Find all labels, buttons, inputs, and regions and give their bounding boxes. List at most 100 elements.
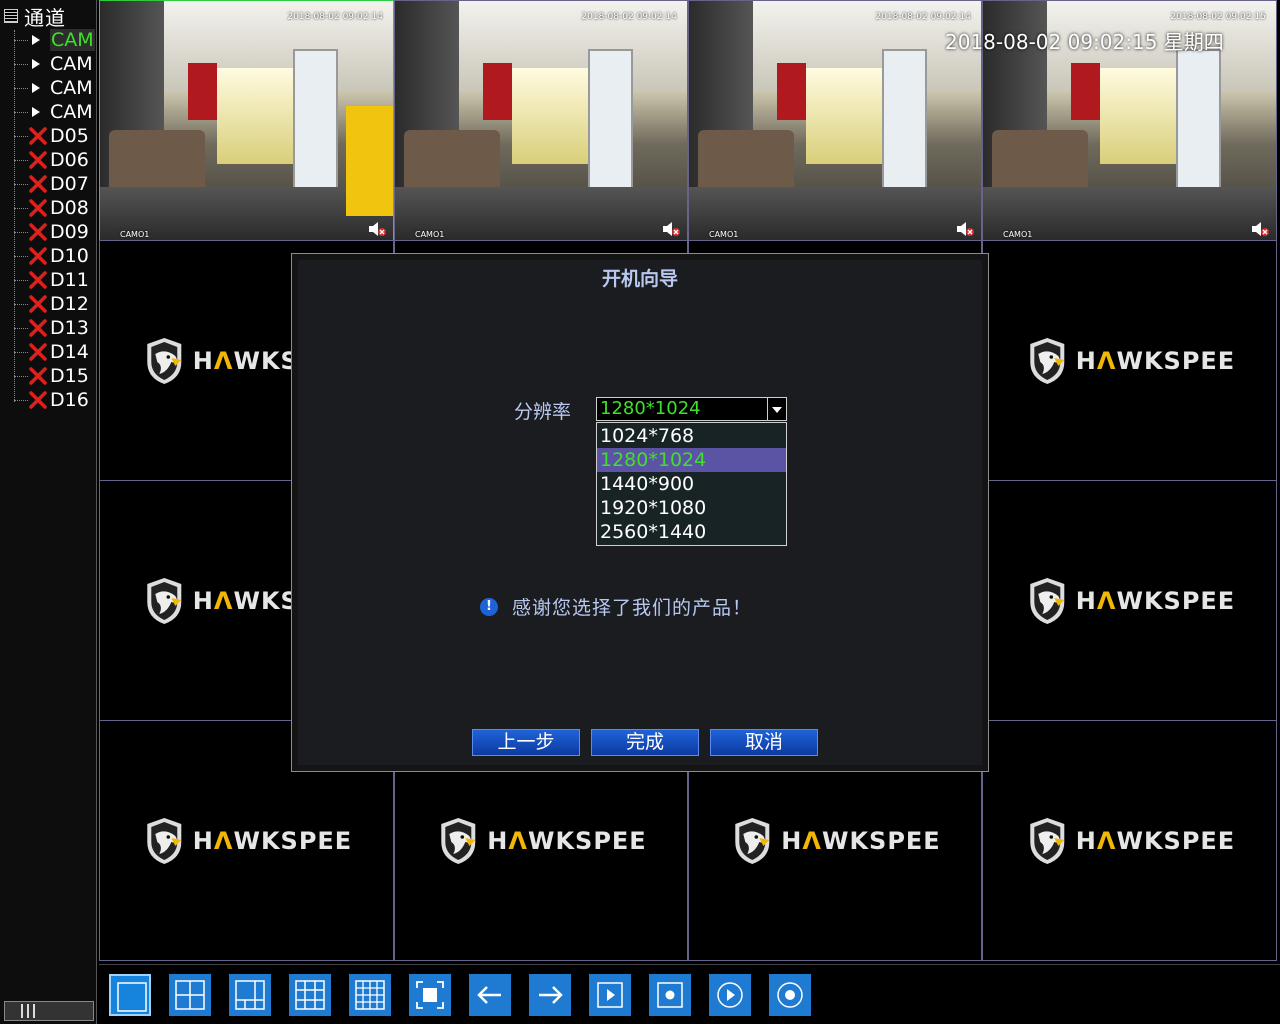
layout-4-button[interactable] (169, 974, 211, 1016)
tree-connector (14, 208, 28, 209)
sidebar-scrollbar[interactable] (4, 1001, 94, 1021)
channel-item[interactable]: D06 (0, 148, 97, 172)
offline-x-icon (29, 151, 47, 169)
layout-16-button[interactable] (349, 974, 391, 1016)
brand-logo: HΛWKSPEE (1024, 576, 1235, 626)
mute-speaker-icon[interactable] (1250, 221, 1270, 237)
channel-item[interactable]: CAM (0, 28, 97, 52)
layout-9-icon (295, 980, 325, 1010)
layout-6-button[interactable] (229, 974, 271, 1016)
layout-9-button[interactable] (289, 974, 331, 1016)
expand-arrow-icon[interactable] (32, 59, 40, 69)
hawk-logo-icon (441, 817, 476, 864)
channel-item[interactable]: CAM (0, 52, 97, 76)
resolution-option[interactable]: 2560*1440 (597, 520, 786, 544)
hawk-logo-icon (1029, 577, 1064, 624)
brand-logo: HΛWKSPEE (1024, 816, 1235, 866)
hawk-logo-icon (146, 817, 181, 864)
brand-wordmark: HΛWKSPEE (781, 826, 941, 855)
prev-step-button[interactable]: 上一步 (472, 729, 580, 756)
playback-button[interactable] (709, 974, 751, 1016)
layout-6-icon (235, 980, 265, 1010)
channel-label: D13 (50, 317, 89, 339)
play-button[interactable] (589, 974, 631, 1016)
channel-item[interactable]: D10 (0, 244, 97, 268)
tree-connector (14, 256, 28, 257)
resolution-option[interactable]: 1280*1024 (597, 448, 786, 472)
brand-wordmark: HΛWKSPEE (1075, 826, 1236, 855)
channel-item[interactable]: D14 (0, 340, 97, 364)
hawk-logo-icon (146, 577, 181, 624)
expand-arrow-icon[interactable] (32, 83, 40, 93)
channel-item[interactable]: D05 (0, 124, 97, 148)
channel-label: D08 (50, 197, 89, 219)
tree-connector (14, 376, 28, 377)
info-icon: ! (480, 597, 498, 616)
channel-item[interactable]: D13 (0, 316, 97, 340)
resolution-option[interactable]: 1440*900 (597, 472, 786, 496)
tree-connector (14, 160, 28, 161)
tree-connector (14, 184, 28, 185)
fullscreen-button[interactable] (409, 974, 451, 1016)
channel-label: D14 (50, 341, 89, 363)
tree-connector (14, 136, 28, 137)
prev-page-icon (477, 986, 501, 1004)
channel-label: D09 (50, 221, 89, 243)
channel-label: CAM (50, 29, 95, 51)
mute-speaker-icon[interactable] (367, 221, 387, 237)
brand-wordmark: HΛWKSPEE (192, 826, 353, 855)
resolution-option[interactable]: 1920*1080 (597, 496, 786, 520)
channel-item[interactable]: D11 (0, 268, 97, 292)
prev-page-button[interactable] (469, 974, 511, 1016)
offline-x-icon (29, 199, 47, 217)
camera-tile-live[interactable]: 2018-08-02 09:02:14 CAMO1 (99, 0, 394, 241)
cancel-button[interactable]: 取消 (710, 729, 818, 756)
brand-logo: HΛWKSPEE (435, 816, 646, 866)
tree-connector (14, 352, 28, 353)
chevron-down-icon[interactable] (767, 398, 786, 420)
channel-item[interactable]: D07 (0, 172, 97, 196)
channel-item[interactable]: D16 (0, 388, 97, 412)
channel-label: D10 (50, 245, 89, 267)
camera-feed-image (689, 1, 981, 240)
resolution-select[interactable]: 1280*1024 (596, 397, 787, 421)
record-button[interactable] (649, 974, 691, 1016)
channel-item[interactable]: CAM (0, 76, 97, 100)
channel-label: CAM (50, 77, 93, 99)
channel-list-header[interactable]: 通道 (4, 5, 66, 30)
mute-speaker-icon[interactable] (661, 221, 681, 237)
camera-tile-live[interactable]: 2018-08-02 09:02:14 CAMO1 (394, 0, 688, 241)
snapshot-icon (777, 982, 803, 1008)
channel-item[interactable]: D09 (0, 220, 97, 244)
camera-tile-live[interactable]: 2018-08-02 09:02:14 CAMO1 (688, 0, 982, 241)
finish-button[interactable]: 完成 (591, 729, 699, 756)
channel-item[interactable]: CAM (0, 100, 97, 124)
offline-x-icon (29, 391, 47, 409)
channel-item[interactable]: D15 (0, 364, 97, 388)
channel-label: D15 (50, 365, 89, 387)
expand-arrow-icon[interactable] (32, 35, 40, 45)
offline-x-icon (29, 271, 47, 289)
camera-tile-empty[interactable]: HΛWKSPEE (982, 720, 1277, 961)
camera-tile-empty[interactable]: HΛWKSPEE (982, 480, 1277, 721)
next-page-button[interactable] (529, 974, 571, 1016)
tree-connector (14, 328, 28, 329)
camera-name: CAMO1 (415, 230, 445, 239)
resolution-option[interactable]: 1024*768 (597, 424, 786, 448)
camera-tile-empty[interactable]: HΛWKSPEE (982, 240, 1277, 481)
hawk-logo-icon (1029, 337, 1064, 384)
channel-item[interactable]: D12 (0, 292, 97, 316)
mute-speaker-icon[interactable] (955, 221, 975, 237)
offline-x-icon (29, 319, 47, 337)
scrollbar-thumb[interactable] (21, 1004, 35, 1018)
channel-sidebar: 通道 CAM CAM CAM CAM D05 D06 D07 D08 D09 D10 D11 D12 D… (0, 0, 97, 1024)
play-icon (597, 982, 623, 1008)
expand-arrow-icon[interactable] (32, 107, 40, 117)
layout-1-button[interactable] (109, 974, 151, 1016)
channel-label: CAM (50, 53, 93, 75)
snapshot-button[interactable] (769, 974, 811, 1016)
brand-wordmark: HΛWKSPEE (1075, 346, 1236, 375)
playback-icon (717, 982, 743, 1008)
channel-item[interactable]: D08 (0, 196, 97, 220)
channel-label: D07 (50, 173, 89, 195)
